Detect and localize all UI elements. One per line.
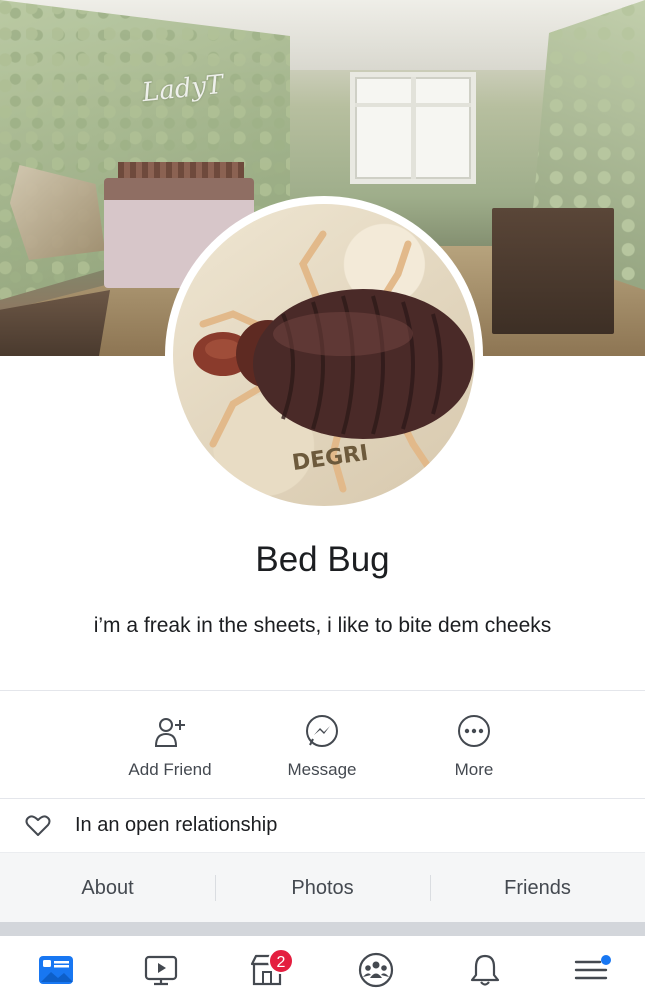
nav-menu[interactable] (572, 950, 612, 990)
more-button[interactable]: More (399, 712, 549, 788)
notifications-bell-icon (470, 954, 500, 986)
more-label: More (454, 760, 494, 779)
profile-name: Bed Bug (255, 540, 390, 579)
message-button[interactable]: Message (247, 712, 397, 788)
news-feed-icon (39, 956, 73, 984)
profile-picture-image: DEGRI (173, 204, 475, 506)
more-icon (458, 715, 490, 747)
profile-actions: Add Friend Message More (0, 700, 645, 796)
cover-window (350, 72, 476, 184)
divider (0, 798, 645, 799)
section-separator (0, 922, 645, 936)
profile-tabs: About Photos Friends (0, 852, 645, 922)
groups-icon (358, 952, 394, 988)
marketplace-notification-badge: 2 (268, 948, 294, 974)
menu-icon (574, 955, 611, 980)
tab-about[interactable]: About (0, 853, 215, 923)
heart-icon (25, 815, 51, 836)
nav-notifications[interactable] (465, 950, 505, 990)
svg-text:DEGRI: DEGRI (291, 441, 370, 476)
profile-page: LadyT DEGRI Bed Bug i’m a freak in the s… (0, 0, 645, 1000)
relationship-text: In an open relationship (75, 814, 278, 836)
relationship-status[interactable]: In an open relationship (0, 800, 645, 852)
bottom-navigation-bar: 2 (0, 936, 645, 1000)
add-friend-button[interactable]: Add Friend (95, 712, 245, 788)
nav-news-feed[interactable] (36, 950, 76, 990)
messenger-icon (306, 715, 338, 747)
add-friend-label: Add Friend (128, 760, 212, 779)
bedbug-illustration: DEGRI (193, 230, 473, 493)
watch-icon (144, 955, 178, 986)
nav-watch[interactable] (141, 950, 181, 990)
divider (0, 690, 645, 691)
profile-bio: i’m a freak in the sheets, i like to bit… (93, 614, 552, 637)
nav-groups[interactable] (356, 950, 396, 990)
cover-dresser (492, 208, 614, 334)
tab-friends[interactable]: Friends (430, 853, 645, 923)
profile-picture[interactable]: DEGRI (165, 196, 483, 514)
message-label: Message (287, 760, 357, 779)
add-friend-icon (154, 718, 185, 747)
tab-photos[interactable]: Photos (215, 853, 430, 923)
